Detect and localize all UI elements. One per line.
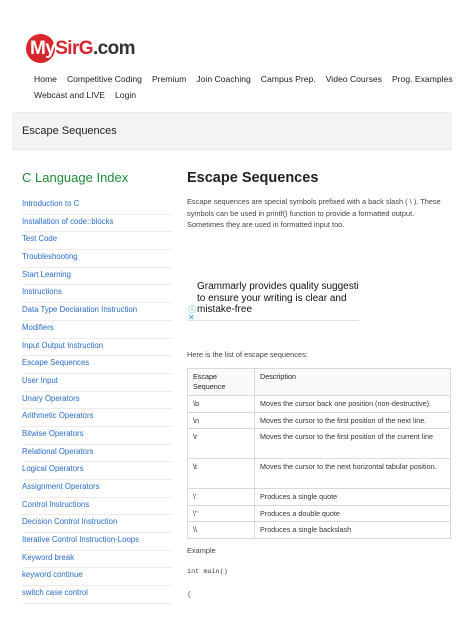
sidebar-item-relational-operators[interactable]: Relational Operators — [22, 445, 172, 463]
sidebar-item-logical-operators[interactable]: Logical Operators — [22, 462, 172, 480]
table-row: \' Produces a single quote — [187, 488, 451, 506]
table-row: \\ Produces a single backslash — [187, 521, 451, 539]
nav-competitive-coding[interactable]: Competitive Coding — [67, 72, 142, 88]
sidebar-item-keyword-continue[interactable]: keyword continue — [22, 568, 172, 587]
nav-login[interactable]: Login — [115, 88, 136, 104]
table-cell-description: Moves the cursor to the first position o… — [254, 411, 451, 429]
sidebar-item-arithmetic-operators[interactable]: Arithmetic Operators — [22, 409, 172, 427]
sidebar-item-introduction[interactable]: Introduction to C — [22, 197, 172, 215]
table-row: \n Moves the cursor to the first positio… — [187, 411, 451, 429]
table-row: \t Moves the cursor to the next horizont… — [187, 458, 451, 489]
main-nav: Home Competitive Coding Premium Join Coa… — [34, 72, 454, 103]
table-cell-description: Moves the cursor to the next horizontal … — [254, 458, 451, 489]
nav-webcast-live[interactable]: Webcast and LIVE — [34, 88, 105, 104]
table-cell-sequence: \n — [187, 411, 255, 429]
sidebar-item-troubleshooting[interactable]: Troubleshooting — [22, 250, 172, 268]
ad-text: Grammarly provides quality suggesti to e… — [197, 281, 359, 316]
logo-sirg: SirG — [55, 38, 93, 59]
table-header-row: Escape Sequence Description — [187, 368, 451, 396]
nav-home[interactable]: Home — [34, 72, 57, 88]
article-title: Escape Sequences — [187, 170, 319, 186]
table-cell-sequence: \t — [187, 458, 255, 489]
sidebar-item-user-input[interactable]: User Input — [22, 374, 172, 392]
article-description: Escape sequences are special symbols pre… — [187, 197, 441, 229]
list-intro: Here is the list of escape sequences: — [187, 350, 308, 359]
sidebar-list: Introduction to C Installation of code::… — [22, 197, 172, 604]
sidebar-item-keyword-break[interactable]: Keyword break — [22, 551, 172, 569]
page-title-bar: Escape Sequences — [12, 112, 452, 150]
nav-join-coaching[interactable]: Join Coaching — [196, 72, 250, 88]
nav-campus-prep[interactable]: Campus Prep. — [261, 72, 316, 88]
nav-video-courses[interactable]: Video Courses — [326, 72, 382, 88]
sidebar-item-unary-operators[interactable]: Unary Operators — [22, 392, 172, 410]
sidebar-heading: C Language Index — [22, 170, 129, 185]
escape-sequence-table: Escape Sequence Description \b Moves the… — [187, 368, 451, 539]
sidebar-item-test-code[interactable]: Test Code — [22, 232, 172, 251]
example-label: Example — [187, 546, 216, 555]
logo-text: MySirG.com — [30, 38, 135, 60]
table-cell-description: Produces a double quote — [254, 504, 451, 522]
table-header-escape-sequence: Escape Sequence — [187, 368, 255, 396]
sidebar-item-start-learning[interactable]: Start Learning — [22, 268, 172, 286]
table-row: \" Produces a double quote — [187, 504, 451, 522]
table-row: \r Moves the cursor to the first positio… — [187, 428, 451, 459]
table-cell-sequence: \' — [187, 488, 255, 506]
nav-prog-examples[interactable]: Prog. Examples — [392, 72, 453, 88]
table-cell-sequence: \" — [187, 504, 255, 522]
table-cell-description: Produces a single quote — [254, 488, 451, 506]
table-cell-sequence: \\ — [187, 521, 255, 539]
table-cell-description: Produces a single backslash — [254, 521, 451, 539]
sidebar-item-modifiers[interactable]: Modifiers — [22, 321, 172, 339]
sidebar-item-input-output[interactable]: Input Output Instruction — [22, 339, 172, 357]
sidebar-item-data-type-declaration[interactable]: Data Type Declaration Instruction — [22, 303, 172, 321]
sidebar-item-control-instructions[interactable]: Control Instructions — [22, 498, 172, 516]
sidebar-item-assignment-operators[interactable]: Assignment Operators — [22, 480, 172, 498]
table-cell-sequence: \r — [187, 428, 255, 459]
sidebar: C Language Index Introduction to C Insta… — [22, 170, 172, 604]
nav-premium[interactable]: Premium — [152, 72, 186, 88]
nav-row-1: Home Competitive Coding Premium Join Coa… — [34, 72, 454, 88]
sidebar-item-switch-case[interactable]: switch case control — [22, 586, 172, 604]
code-line-2: { — [187, 591, 192, 599]
nav-row-2: Webcast and LIVE Login — [34, 88, 454, 104]
ad-banner[interactable]: Grammarly provides quality suggesti to e… — [187, 275, 359, 321]
table-cell-description: Moves the cursor back one position (non-… — [254, 395, 451, 413]
code-line-1: int main() — [187, 568, 228, 576]
close-icon[interactable]: ✕ — [188, 314, 196, 321]
ad-line-3: mistake-free — [197, 304, 253, 316]
sidebar-item-escape-sequences[interactable]: Escape Sequences — [22, 356, 172, 374]
sidebar-item-instructions[interactable]: Instructions — [22, 285, 172, 304]
site-logo[interactable]: MySirG.com — [26, 34, 135, 64]
table-header-description: Description — [254, 368, 451, 396]
sidebar-item-decision-control[interactable]: Decision Control Instruction — [22, 515, 172, 534]
ad-line-2: to ensure your writing is clear and — [197, 292, 347, 304]
table-cell-sequence: \b — [187, 395, 255, 413]
ad-line-1: Grammarly provides quality suggesti — [197, 281, 359, 292]
page-title: Escape Sequences — [22, 125, 117, 137]
logo-com: .com — [92, 38, 136, 59]
main-content: Escape Sequences Escape sequences are sp… — [187, 170, 451, 231]
sidebar-item-bitwise-operators[interactable]: Bitwise Operators — [22, 427, 172, 445]
table-row: \b Moves the cursor back one position (n… — [187, 395, 451, 413]
ad-controls: ⓘ ✕ — [188, 306, 196, 321]
logo-my: My — [30, 38, 56, 59]
table-cell-description: Moves the cursor to the first position o… — [254, 428, 451, 459]
sidebar-item-installation[interactable]: Installation of code::blocks — [22, 215, 172, 233]
sidebar-item-iterative-control[interactable]: Iterative Control Instruction-Loops — [22, 533, 172, 551]
